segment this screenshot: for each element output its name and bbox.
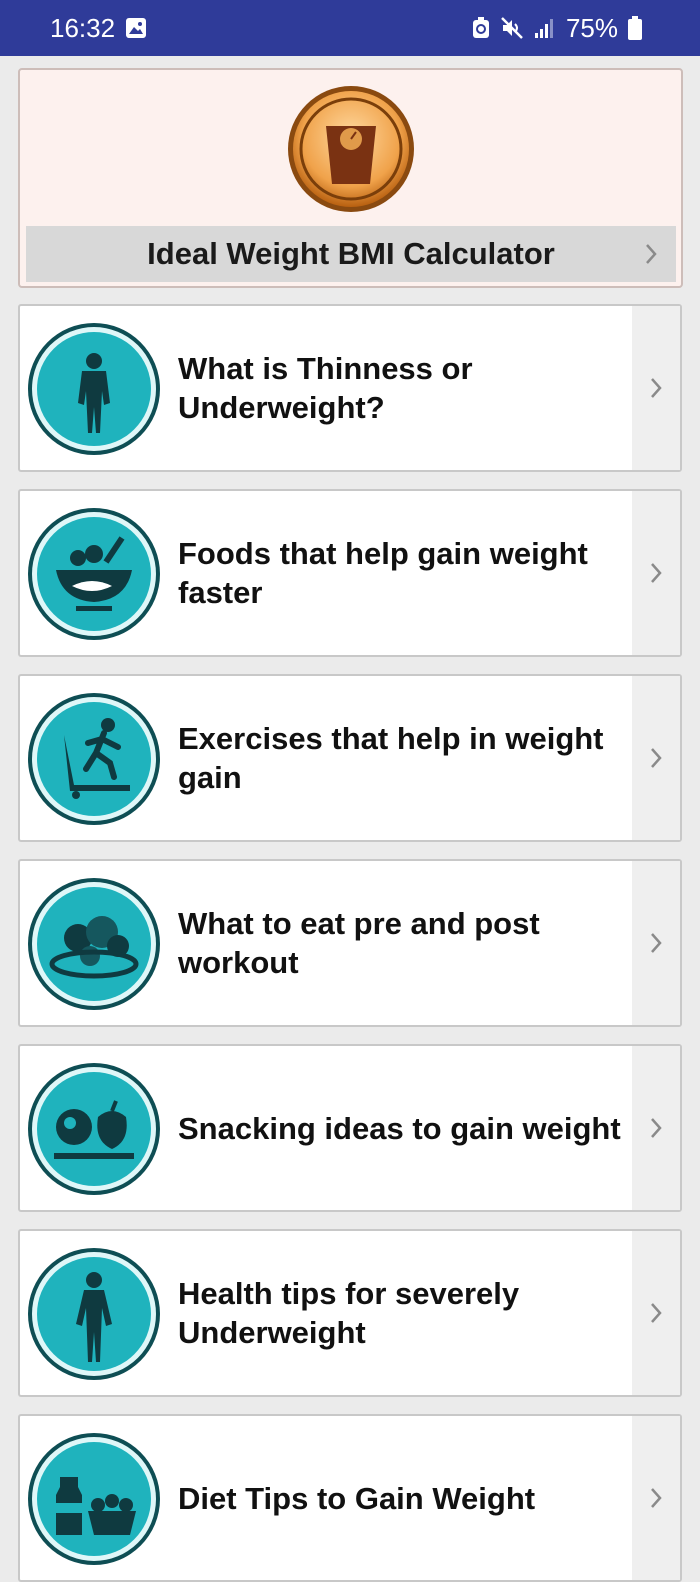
list-item-exercises[interactable]: Exercises that help in weight gain (18, 674, 682, 842)
list-item-title: Diet Tips to Gain Weight (178, 1480, 536, 1516)
list-item-title: Exercises that help in weight gain (178, 721, 604, 795)
chevron-right-icon (632, 491, 680, 655)
list-item-title: Snacking ideas to gain weight (178, 1110, 621, 1146)
chevron-right-icon (632, 306, 680, 470)
bmi-calculator-card[interactable]: Ideal Weight BMI Calculator (18, 68, 683, 288)
status-bar: 16:32 75% (0, 0, 700, 56)
chevron-right-icon (644, 242, 658, 271)
chevron-right-icon (632, 861, 680, 1025)
chevron-right-icon (632, 676, 680, 840)
food-bowl-icon (26, 506, 162, 642)
chevron-right-icon (632, 1231, 680, 1395)
chevron-right-icon (632, 1046, 680, 1210)
battery-percent: 75% (565, 12, 618, 43)
status-time: 16:32 (50, 12, 116, 43)
chevron-right-icon (632, 1416, 680, 1580)
treadmill-icon (26, 691, 162, 827)
human-body-icon (26, 321, 162, 457)
list-item-title: Health tips for severely Underweight (178, 1276, 520, 1350)
hero-title: Ideal Weight BMI Calculator (147, 236, 555, 271)
list-item-snacking[interactable]: Snacking ideas to gain weight (18, 1044, 682, 1212)
human-figure-icon (26, 1246, 162, 1382)
list-item-title: What to eat pre and post workout (178, 906, 540, 980)
weighing-scale-icon (286, 84, 416, 214)
signal-icon (534, 17, 556, 39)
battery-saver-icon (472, 17, 490, 39)
mute-icon (500, 16, 524, 40)
list-item-title: Foods that help gain weight faster (178, 536, 588, 610)
image-icon (125, 17, 147, 39)
fruit-plate-icon (26, 876, 162, 1012)
hero-title-bar[interactable]: Ideal Weight BMI Calculator (26, 226, 676, 282)
list-item-diet-tips[interactable]: Diet Tips to Gain Weight (18, 1414, 682, 1582)
battery-icon (628, 16, 642, 40)
list-item-title: What is Thinness or Underweight? (178, 351, 473, 425)
list-item-health-tips[interactable]: Health tips for severely Underweight (18, 1229, 682, 1397)
list-item-thinness[interactable]: What is Thinness or Underweight? (18, 304, 682, 472)
snacks-icon (26, 1061, 162, 1197)
list-item-foods[interactable]: Foods that help gain weight faster (18, 489, 682, 657)
groceries-icon (26, 1431, 162, 1567)
list-item-pre-post-workout[interactable]: What to eat pre and post workout (18, 859, 682, 1027)
